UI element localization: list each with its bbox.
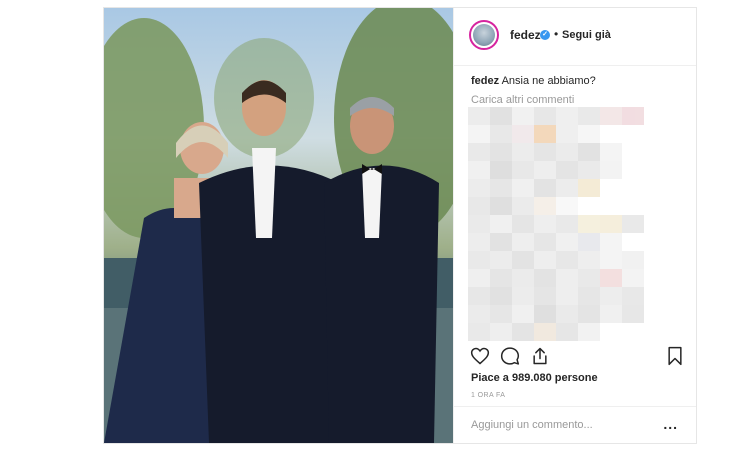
- pixelated-comments-area: [468, 107, 644, 341]
- separator-dot: •: [554, 27, 559, 41]
- share-icon[interactable]: [530, 346, 550, 366]
- caption-text: Ansia ne abbiamo?: [501, 75, 596, 87]
- load-more-comments[interactable]: Carica altri commenti: [471, 94, 574, 106]
- post-header: fedez ✓ • Segui già: [454, 8, 696, 66]
- comment-input[interactable]: Aggiungi un commento...: [471, 419, 593, 431]
- post-caption: fedez Ansia ne abbiamo?: [471, 75, 596, 87]
- avatar-image: [473, 24, 495, 46]
- verified-icon: ✓: [540, 30, 550, 40]
- username[interactable]: fedez: [510, 28, 541, 42]
- post-photo[interactable]: [104, 8, 453, 443]
- post-sidebar: fedez ✓ • Segui già fedez Ansia ne abbia…: [453, 8, 696, 443]
- following-button[interactable]: Segui già: [562, 29, 611, 41]
- avatar[interactable]: [469, 20, 499, 50]
- post-timestamp[interactable]: 1 ORA FA: [471, 392, 505, 399]
- likes-count[interactable]: Piace a 989.080 persone: [471, 372, 598, 384]
- more-options-icon[interactable]: ...: [663, 416, 678, 432]
- post-actions: [454, 346, 696, 374]
- post-photo-illustration: [104, 8, 453, 443]
- comment-icon[interactable]: [500, 346, 520, 366]
- comment-bar: Aggiungi un commento... ...: [454, 406, 696, 443]
- heart-icon[interactable]: [470, 346, 490, 366]
- bookmark-icon[interactable]: [666, 346, 684, 366]
- caption-username[interactable]: fedez: [471, 75, 499, 87]
- instagram-post-card: fedez ✓ • Segui già fedez Ansia ne abbia…: [103, 7, 697, 444]
